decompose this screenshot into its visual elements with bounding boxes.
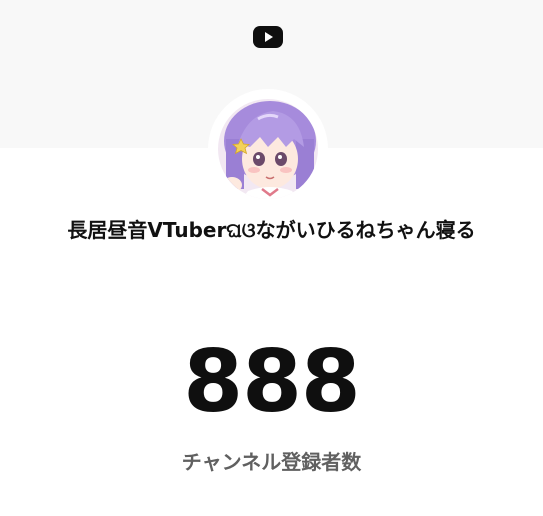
subscriber-counter-page: 長居昼音VTuberଘଓながいひるねちゃん寝る 888 チャンネル登録者数 [0, 0, 543, 516]
channel-avatar[interactable] [218, 99, 318, 199]
channel-name[interactable]: 長居昼音VTuberଘଓながいひるねちゃん寝る [0, 214, 543, 243]
youtube-logo-icon[interactable] [252, 25, 284, 49]
subscriber-count-label: チャンネル登録者数 [181, 450, 362, 474]
subscriber-count: 888 [183, 332, 361, 432]
